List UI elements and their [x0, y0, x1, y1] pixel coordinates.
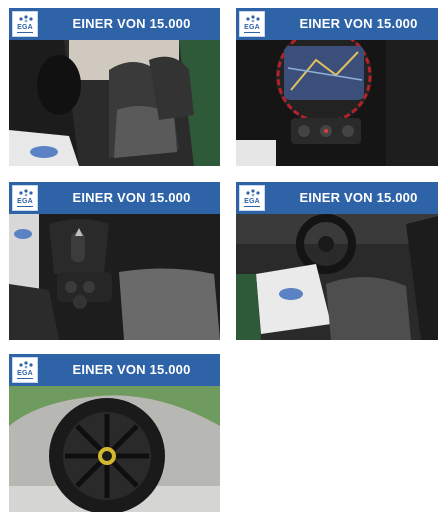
gallery-photo-2[interactable]: EGA EINER VON 15.000 — [236, 8, 438, 166]
ega-logo-text: EGA — [17, 24, 33, 31]
gallery-photo-1[interactable]: EGA EINER VON 15.000 — [9, 8, 220, 166]
ega-logo-text: EGA — [17, 370, 33, 377]
banner-title: EINER VON 15.000 — [299, 190, 418, 205]
ega-logo-text: EGA — [17, 198, 33, 205]
ega-logo-text: EGA — [244, 24, 260, 31]
photo-banner: EGA EINER VON 15.000 — [9, 8, 220, 40]
gallery-photo-3[interactable]: EGA EINER VON 15.000 — [9, 182, 220, 340]
gallery-photo-5[interactable]: EGA EINER VON 15.000 — [9, 354, 220, 512]
photo-banner: EGA EINER VON 15.000 — [9, 182, 220, 214]
gallery-photo-4[interactable]: EGA EINER VON 15.000 — [236, 182, 438, 340]
ega-logo-icon: EGA — [12, 185, 38, 211]
interior-seats-photo — [9, 40, 220, 166]
ega-logo-text: EGA — [244, 198, 260, 205]
navigation-display-photo — [236, 40, 438, 166]
banner-title: EINER VON 15.000 — [72, 362, 191, 377]
ega-logo-icon: EGA — [239, 185, 265, 211]
gear-console-photo — [9, 214, 220, 340]
alloy-wheel-photo — [9, 386, 220, 512]
photo-banner: EGA EINER VON 15.000 — [236, 182, 438, 214]
banner-title: EINER VON 15.000 — [299, 16, 418, 31]
photo-banner: EGA EINER VON 15.000 — [236, 8, 438, 40]
photo-banner: EGA EINER VON 15.000 — [9, 354, 220, 386]
ega-logo-icon: EGA — [12, 11, 38, 37]
steering-wheel-photo — [236, 214, 438, 340]
ega-logo-icon: EGA — [239, 11, 265, 37]
banner-title: EINER VON 15.000 — [72, 16, 191, 31]
ega-logo-icon: EGA — [12, 357, 38, 383]
banner-title: EINER VON 15.000 — [72, 190, 191, 205]
